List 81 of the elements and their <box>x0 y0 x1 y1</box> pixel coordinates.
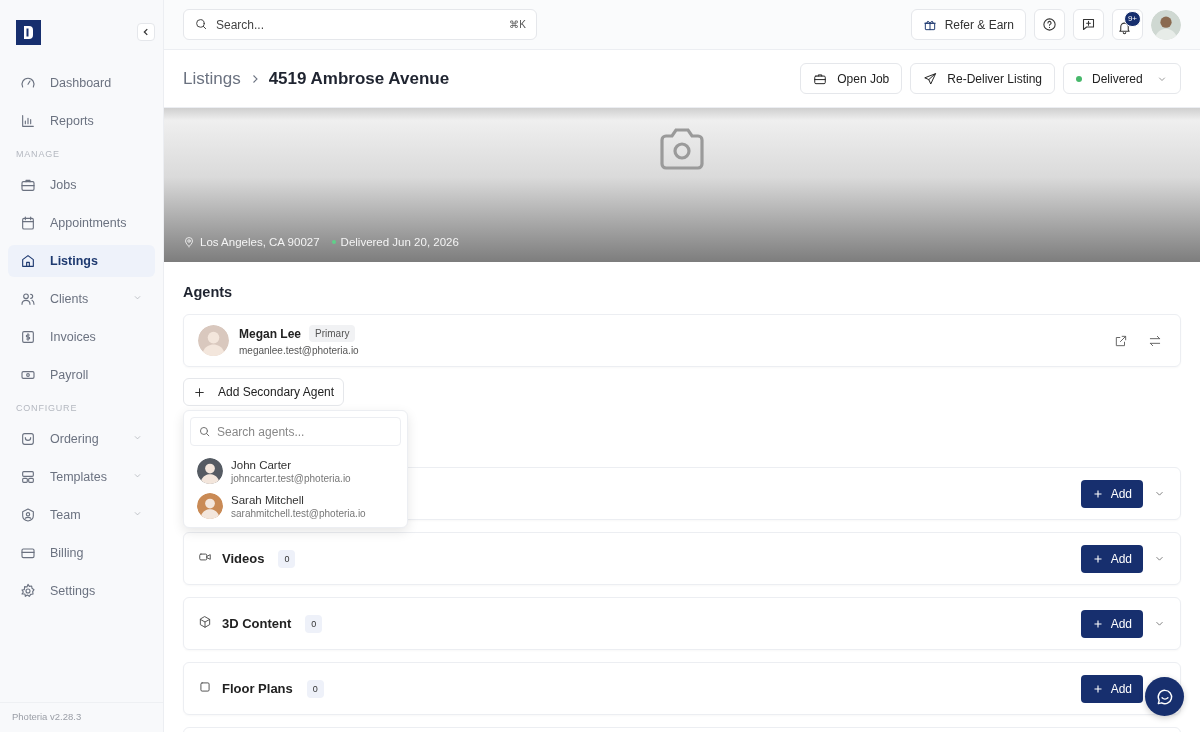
search-icon <box>194 17 208 31</box>
open-job-button[interactable]: Open Job <box>800 63 903 94</box>
count-badge: 0 <box>306 679 324 698</box>
gauge-icon <box>20 75 36 91</box>
breadcrumb-link[interactable]: Listings <box>183 68 241 89</box>
agent-option[interactable]: John Carter johncarter.test@photeria.io <box>190 454 401 488</box>
chevron-left-icon <box>141 27 151 37</box>
sidebar-item[interactable]: Dashboard <box>8 67 155 99</box>
agent-option[interactable]: Sarah Mitchell sarahmitchell.test@photeria.io <box>190 489 401 523</box>
agent-email: meganlee.test@photeria.io <box>239 345 359 356</box>
agent-search-field[interactable]: Search agents... <box>190 417 401 446</box>
section-title: Floor Plans <box>222 681 293 696</box>
search-icon <box>198 425 211 438</box>
bell-icon <box>1117 20 1132 35</box>
sidebar-item[interactable]: Clients <box>8 283 155 315</box>
avatar <box>197 458 223 484</box>
settings-icon <box>20 583 36 599</box>
section-heading: MANAGE <box>15 148 61 161</box>
camera-icon <box>658 128 706 170</box>
agent-name: Megan Lee <box>239 326 301 341</box>
chat-button[interactable] <box>1145 677 1184 716</box>
sidebar-item[interactable]: Team <box>8 499 155 531</box>
home-icon <box>20 253 36 269</box>
page-title: 4519 Ambrose Avenue <box>268 68 450 89</box>
version-label: Photeria v2.28.3 <box>12 711 82 722</box>
redeliver-button[interactable]: Re-Deliver Listing <box>910 63 1055 94</box>
collapse-sidebar-button[interactable] <box>137 23 155 41</box>
add-secondary-agent-button[interactable]: Add Secondary Agent <box>183 378 345 406</box>
count-badge: 0 <box>278 549 296 568</box>
section-heading: Agents <box>183 284 233 300</box>
avatar[interactable] <box>1151 9 1181 40</box>
help-icon <box>1042 17 1057 32</box>
calendar-icon <box>20 215 36 231</box>
add-button[interactable]: Add <box>1080 674 1143 703</box>
sidebar-item[interactable]: Ordering <box>8 423 155 455</box>
users-icon <box>20 291 36 307</box>
sidebar-item[interactable]: Appointments <box>8 207 155 239</box>
notification-badge: 9+ <box>1123 11 1141 27</box>
sidebar-item[interactable]: Listings <box>8 245 155 277</box>
add-button[interactable]: Add <box>1080 544 1143 573</box>
notifications-button[interactable]: 9+ <box>1112 9 1143 40</box>
sidebar-item[interactable]: Payroll <box>8 359 155 391</box>
sidebar-item[interactable]: Reports <box>8 105 155 137</box>
section-heading: CONFIGURE <box>15 402 79 415</box>
sidebar-item[interactable]: Templates <box>8 461 155 493</box>
delivery-status: Delivered Jun 20, 2026 <box>331 236 459 248</box>
sidebar-item[interactable]: Invoices <box>8 321 155 353</box>
message-plus-icon <box>1081 17 1096 32</box>
status-select[interactable]: Delivered <box>1063 63 1181 94</box>
shortcut-hint: ⌘K <box>509 19 526 30</box>
shield-user-icon <box>20 507 36 523</box>
bar-chart-icon <box>20 113 36 129</box>
avatar <box>198 325 229 356</box>
send-icon <box>923 71 938 86</box>
add-button[interactable]: Add <box>1080 609 1143 638</box>
swap-icon <box>1148 333 1162 348</box>
avatar <box>197 493 223 519</box>
basket-icon <box>20 431 36 447</box>
sidebar-item[interactable]: Billing <box>8 537 155 569</box>
location-label: Los Angeles, CA 90027 <box>183 236 320 248</box>
briefcase-icon <box>813 71 828 86</box>
refer-button[interactable]: Refer & Earn <box>910 9 1026 40</box>
briefcase-icon <box>20 177 36 193</box>
logo-icon <box>16 19 41 45</box>
sidebar-item[interactable]: Settings <box>8 575 155 607</box>
feedback-button[interactable] <box>1073 9 1104 40</box>
primary-badge: Primary <box>309 325 356 342</box>
pin-icon <box>183 236 195 248</box>
count-badge: 0 <box>305 614 323 633</box>
sidebar-item[interactable]: Jobs <box>8 169 155 201</box>
dollar-icon <box>20 329 36 345</box>
section-title: Videos <box>222 551 265 566</box>
square-icon <box>198 679 212 694</box>
add-button[interactable]: Add <box>1080 479 1143 508</box>
layout-icon <box>20 469 36 485</box>
external-link-icon <box>1114 333 1128 348</box>
credit-card-icon <box>20 545 36 561</box>
plus-icon <box>193 385 206 399</box>
cube-icon <box>198 614 212 629</box>
section-title: 3D Content <box>222 616 292 631</box>
help-button[interactable] <box>1034 9 1065 40</box>
